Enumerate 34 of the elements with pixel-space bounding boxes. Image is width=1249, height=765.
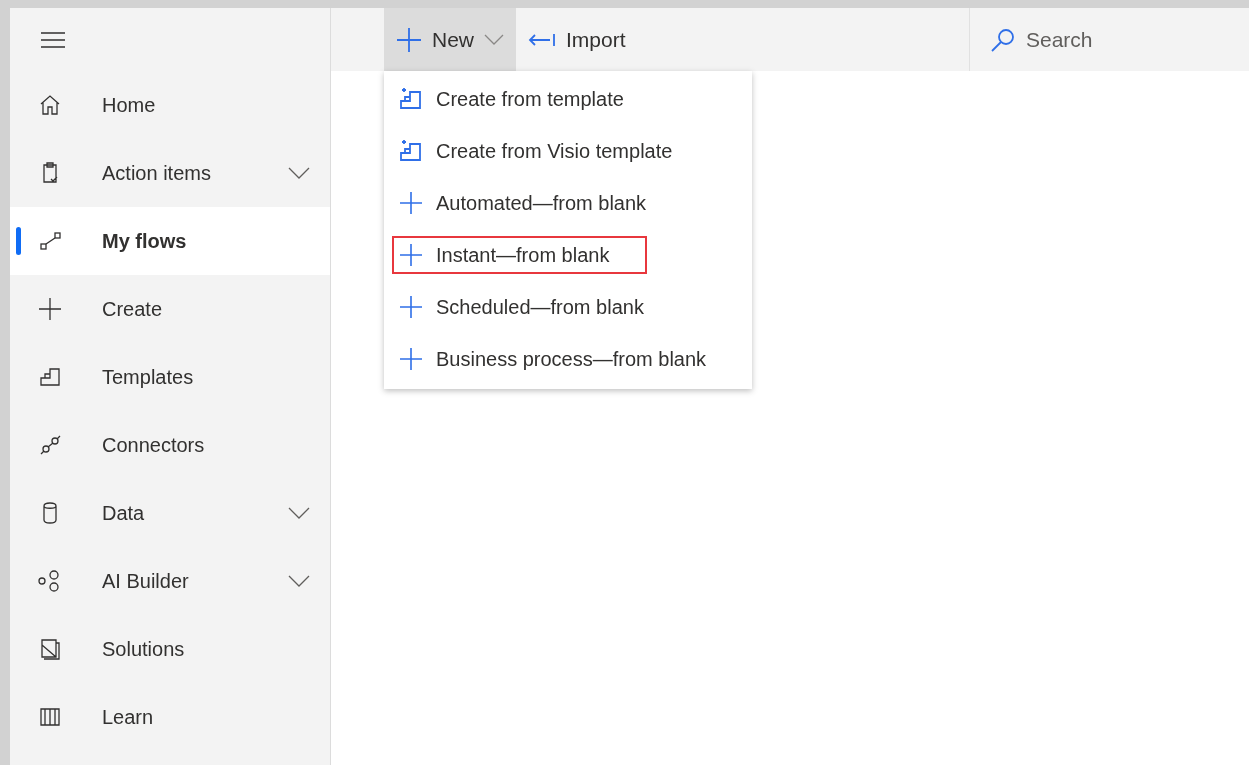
sidebar-item[interactable]: AI Builder	[10, 547, 330, 615]
search-icon	[990, 26, 1016, 53]
plus-icon	[398, 190, 424, 216]
arrow-left-icon	[528, 31, 556, 48]
menu-item[interactable]: Create from template	[384, 73, 752, 125]
new-button[interactable]: New	[384, 8, 516, 71]
sidebar-item[interactable]: Data	[10, 479, 330, 547]
sidebar-item[interactable]: Connectors	[10, 411, 330, 479]
plus-icon	[398, 294, 424, 320]
sidebar-item[interactable]: Learn	[10, 683, 330, 751]
menu-item[interactable]: Instant—from blank	[384, 229, 752, 281]
sidebar-item[interactable]: Action items	[10, 139, 330, 207]
template-icon	[398, 138, 424, 164]
plus-icon	[398, 242, 424, 268]
chevron-down-icon[interactable]	[288, 166, 310, 180]
plus-icon	[398, 346, 424, 372]
sidebar-item[interactable]: Create	[10, 275, 330, 343]
plus-icon	[36, 295, 64, 323]
sidebar-item[interactable]: Home	[10, 71, 330, 139]
import-button[interactable]: Import	[516, 8, 638, 71]
chevron-down-icon[interactable]	[288, 506, 310, 520]
sidebar-item[interactable]: Solutions	[10, 615, 330, 683]
sidebar-item[interactable]: Templates	[10, 343, 330, 411]
search-field[interactable]: Search	[969, 8, 1249, 71]
sidebar-item[interactable]: My flows	[10, 207, 330, 275]
selection-indicator	[16, 227, 21, 255]
menu-item[interactable]: Automated—from blank	[384, 177, 752, 229]
chevron-down-icon	[484, 33, 504, 46]
plus-icon	[396, 26, 422, 53]
menu-item[interactable]: Create from Visio template	[384, 125, 752, 177]
chevron-down-icon[interactable]	[288, 574, 310, 588]
menu-item[interactable]: Scheduled—from blank	[384, 281, 752, 333]
menu-item[interactable]: Business process—from blank	[384, 333, 752, 385]
template-icon	[398, 86, 424, 112]
